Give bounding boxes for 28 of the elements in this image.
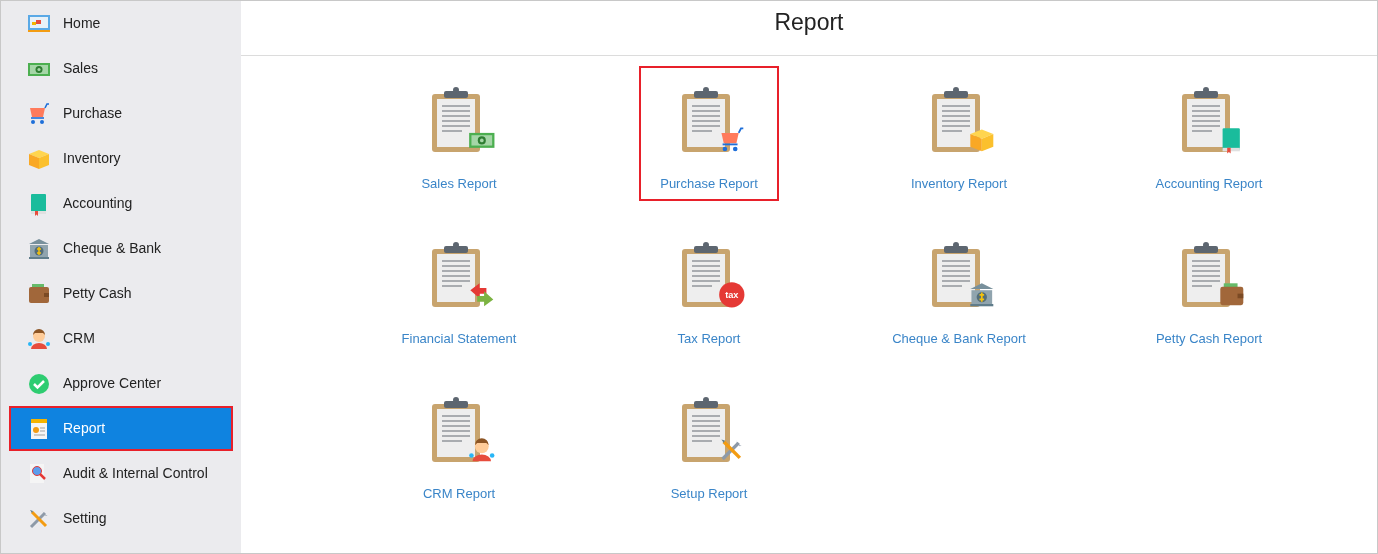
sidebar-item[interactable]: Petty Cash — [9, 271, 233, 316]
report-tile[interactable]: Inventory Report — [889, 66, 1029, 201]
bank-icon — [27, 236, 51, 261]
sidebar-item[interactable]: Home — [9, 1, 233, 46]
sidebar-item[interactable]: Purchase — [9, 91, 233, 136]
sidebar-item[interactable]: Audit & Internal Control — [9, 451, 233, 496]
report-tile[interactable]: Financial Statement — [389, 221, 529, 356]
cart-icon — [27, 101, 51, 126]
report-tile[interactable]: CRM Report — [389, 376, 529, 511]
sidebar-item[interactable]: Inventory — [9, 136, 233, 181]
report-tile[interactable]: Cheque & Bank Report — [889, 221, 1029, 356]
sidebar-item[interactable]: Sales — [9, 46, 233, 91]
sidebar-item[interactable]: Accounting — [9, 181, 233, 226]
report-tile[interactable]: Purchase Report — [639, 66, 779, 201]
report-tile[interactable]: Setup Report — [639, 376, 779, 511]
sidebar-item[interactable]: Report — [9, 406, 233, 451]
page-title: Report — [774, 8, 844, 37]
report-tile[interactable]: tax Tax Report — [639, 221, 779, 356]
report-tile[interactable]: Petty Cash Report — [1139, 221, 1279, 356]
sidebar-item[interactable]: Setting — [9, 496, 233, 541]
report-tile[interactable]: Sales Report — [389, 66, 529, 201]
sidebar-item[interactable]: Cheque & Bank — [9, 226, 233, 271]
sidebar-item[interactable]: Approve Center — [9, 361, 233, 406]
person-icon — [27, 326, 51, 351]
check-circle-icon — [27, 371, 51, 396]
report-tile[interactable]: Accounting Report — [1139, 66, 1279, 201]
sidebar-item[interactable]: CRM — [9, 316, 233, 361]
wallet-icon — [27, 281, 51, 306]
